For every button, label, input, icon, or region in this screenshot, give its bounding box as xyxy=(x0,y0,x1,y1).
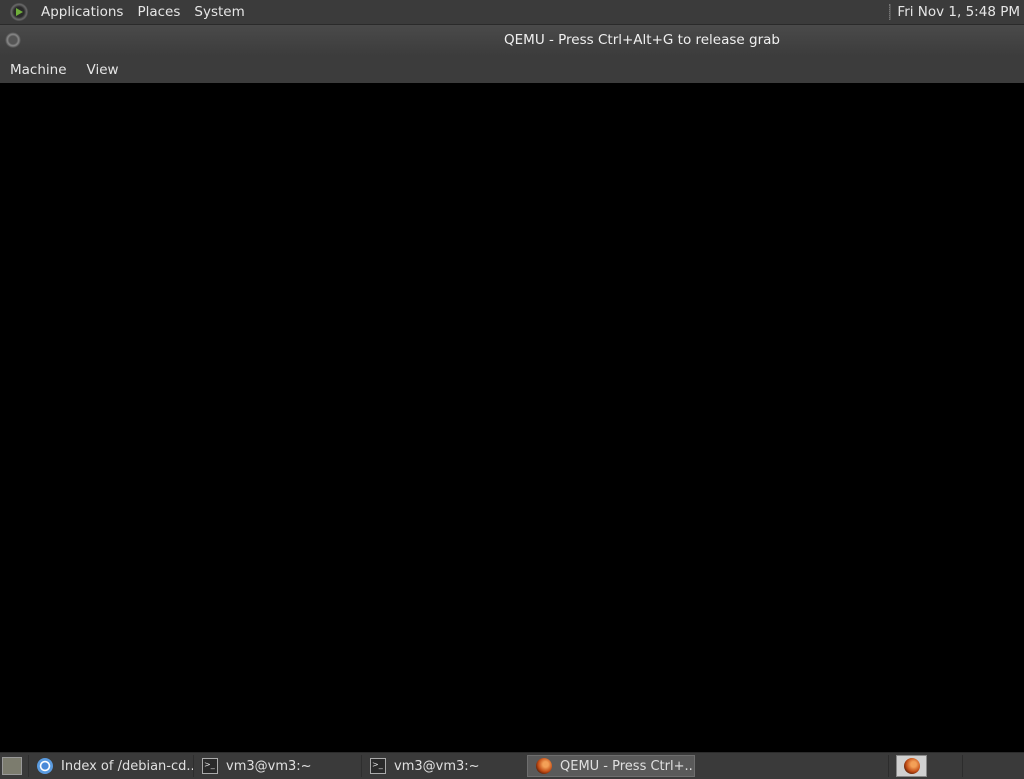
tray-separator xyxy=(888,755,889,777)
task-label: vm3@vm3:~ xyxy=(394,758,480,774)
system-menu[interactable]: System xyxy=(187,4,251,20)
qemu-icon xyxy=(536,758,552,774)
task-browser[interactable]: Index of /debian-cd... xyxy=(28,755,193,777)
task-terminal-1[interactable]: >_ vm3@vm3:~ xyxy=(193,755,361,777)
applications-menu-icon[interactable] xyxy=(10,3,28,21)
task-label: QEMU - Press Ctrl+... xyxy=(560,758,695,774)
menu-machine[interactable]: Machine xyxy=(0,62,77,78)
task-label: vm3@vm3:~ xyxy=(226,758,312,774)
menu-view[interactable]: View xyxy=(77,62,129,78)
terminal-icon: >_ xyxy=(370,758,386,774)
applications-menu[interactable]: Applications xyxy=(34,4,130,20)
clock[interactable]: Fri Nov 1, 5:48 PM xyxy=(897,4,1020,20)
top-panel: Applications Places System Fri Nov 1, 5:… xyxy=(0,0,1024,25)
window-title: QEMU - Press Ctrl+Alt+G to release grab xyxy=(504,32,780,48)
qemu-icon xyxy=(903,758,920,774)
panel-separator xyxy=(889,4,892,20)
vm-display[interactable] xyxy=(0,83,1024,752)
workspace-switcher[interactable] xyxy=(896,755,927,777)
chrome-icon xyxy=(37,758,53,774)
tray-separator xyxy=(962,755,963,777)
task-label: Index of /debian-cd... xyxy=(61,758,193,774)
terminal-icon: >_ xyxy=(202,758,218,774)
window-menubar: Machine View xyxy=(0,56,1024,83)
show-desktop-icon[interactable] xyxy=(2,757,22,775)
bottom-taskbar: Index of /debian-cd... >_ vm3@vm3:~ >_ v… xyxy=(0,752,1024,779)
places-menu[interactable]: Places xyxy=(130,4,187,20)
task-qemu[interactable]: QEMU - Press Ctrl+... xyxy=(527,755,695,777)
window-titlebar[interactable]: QEMU - Press Ctrl+Alt+G to release grab xyxy=(0,25,1024,56)
task-terminal-2[interactable]: >_ vm3@vm3:~ xyxy=(361,755,527,777)
